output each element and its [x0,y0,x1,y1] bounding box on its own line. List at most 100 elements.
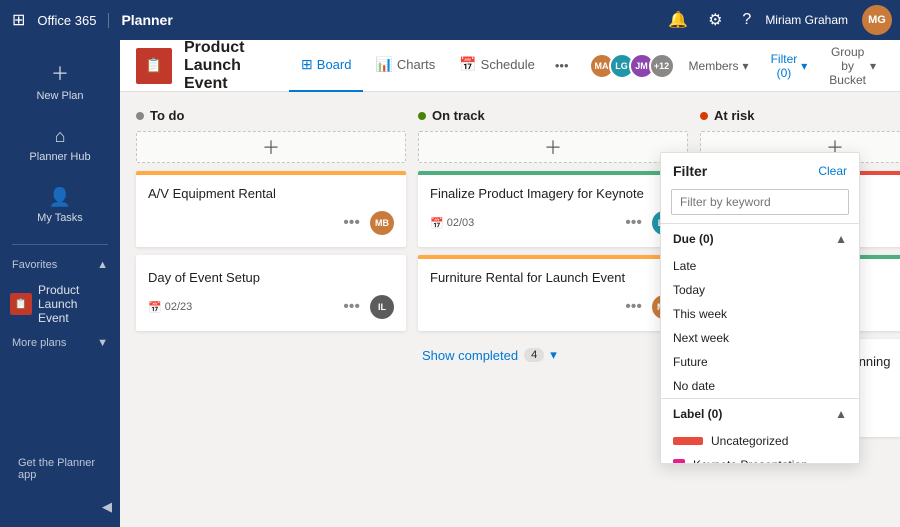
sidebar-more-plans-section[interactable]: More plans ▼ [0,331,120,355]
home-icon: ⌂ [55,126,66,147]
filter-section-due-title: Due (0) [673,232,714,246]
nav-item-charts[interactable]: 📊 Charts [363,40,447,92]
filter-option-nodate[interactable]: No date [661,374,859,398]
filter-header: Filter Clear [661,153,859,185]
sidebar-collapse-btn[interactable]: ◀ [0,495,120,519]
filter-option-uncategorized[interactable]: Uncategorized [661,429,859,453]
card-finalize-product[interactable]: Finalize Product Imagery for Keynote 📅 0… [418,171,688,247]
column-todo-header-left: To do [136,108,184,123]
column-ontrack-dot [418,112,426,120]
avatar-more[interactable]: +12 [649,53,675,79]
members-btn[interactable]: Members ▾ [681,55,757,77]
members-label: Members [689,59,739,73]
filter-option-thisweek[interactable]: This week [661,302,859,326]
sidebar-favorites-section[interactable]: Favorites ▲ [0,253,120,277]
sidebar-item-new-plan[interactable]: ＋ New Plan [4,50,116,112]
card-more-icon[interactable]: ••• [621,214,646,232]
filter-section-due: Due (0) ▲ Late Today This week Next week… [661,223,859,398]
card-color-bar [418,255,688,259]
show-completed-btn[interactable]: Show completed 4 ▾ [418,339,688,371]
show-completed-chevron: ▾ [550,347,557,363]
column-atrisk-dot [700,112,708,120]
filter-option-nextweek[interactable]: Next week [661,326,859,350]
plan-header-right: MA LG JM +12 Members ▾ Filter (0) ▾ Grou… [589,41,884,91]
sidebar-planner-hub-label: Planner Hub [29,151,90,163]
plus-icon: ＋ [51,60,69,86]
card-date-value: 02/03 [447,217,475,229]
card-color-bar [136,171,406,175]
filter-option-today[interactable]: Today [661,278,859,302]
filter-keynote-label: Keynote Presentation [693,458,808,463]
card-date: 📅 02/03 [430,217,474,230]
filter-section-label-header[interactable]: Label (0) ▲ [661,399,859,429]
help-icon[interactable]: ? [736,7,757,33]
filter-nodate-label: No date [673,379,715,393]
card-date: 📅 02/23 [148,301,192,314]
filter-nextweek-label: Next week [673,331,729,345]
filter-scrollable: Due (0) ▲ Late Today This week Next week… [661,223,859,463]
sidebar-more-plans-label: More plans [12,337,66,349]
filter-btn[interactable]: Filter (0) ▾ [763,48,816,84]
person-icon: 👤 [49,187,71,208]
filter-search [671,189,849,215]
card-title: A/V Equipment Rental [148,183,394,203]
nav-more-btn[interactable]: ••• [547,52,577,79]
card-avatar: MB [370,211,394,235]
user-avatar[interactable]: MG [862,5,892,35]
card-title: Furniture Rental for Launch Event [430,267,676,287]
card-furniture-rental[interactable]: Furniture Rental for Launch Event ••• MB [418,255,688,331]
nav-item-schedule[interactable]: 📅 Schedule [447,40,547,92]
column-atrisk-title: At risk [714,108,754,123]
nav-schedule-label: Schedule [481,57,535,72]
group-by-btn[interactable]: Group by Bucket ▾ [821,41,884,91]
filter-section-label-title: Label (0) [673,407,722,421]
filter-search-input[interactable] [671,189,849,215]
filter-chevron: ▾ [801,59,807,73]
waffle-icon[interactable]: ⊞ [8,6,29,34]
column-ontrack-title: On track [432,108,485,123]
schedule-icon: 📅 [459,56,476,73]
board-area: To do ＋ A/V Equipment Rental ••• MB [120,92,900,527]
filter-future-label: Future [673,355,708,369]
group-by-label: Group by Bucket [829,45,866,87]
card-meta: 📅 02/03 ••• LG [430,211,676,235]
filter-option-future[interactable]: Future [661,350,859,374]
sidebar-item-planner-hub[interactable]: ⌂ Planner Hub [4,116,116,173]
card-meta: ••• MB [430,295,676,319]
column-ontrack-header: On track [418,108,688,123]
column-todo-header: To do [136,108,406,123]
board-icon: ⊞ [301,56,313,73]
filter-clear-btn[interactable]: Clear [818,164,847,178]
plan-title: Product Launch Event [184,40,269,93]
calendar-icon: 📅 [148,301,162,314]
group-by-chevron: ▾ [870,59,876,73]
card-day-of-event[interactable]: Day of Event Setup 📅 02/23 ••• IL [136,255,406,331]
column-todo: To do ＋ A/V Equipment Rental ••• MB [136,108,406,511]
card-more-icon[interactable]: ••• [339,298,364,316]
main-layout: ＋ New Plan ⌂ Planner Hub 👤 My Tasks Favo… [0,40,900,527]
card-more-icon[interactable]: ••• [621,298,646,316]
nav-item-board[interactable]: ⊞ Board [289,40,363,92]
card-color-bar [418,171,688,175]
sidebar-get-planner[interactable]: Get the Planner app [8,451,112,487]
office-label: Office 365 [37,13,109,28]
filter-section-due-header[interactable]: Due (0) ▲ [661,224,859,254]
card-avatar: IL [370,295,394,319]
column-todo-dot [136,112,144,120]
filter-today-label: Today [673,283,705,297]
notification-icon[interactable]: 🔔 [662,6,694,34]
column-ontrack-add-btn[interactable]: ＋ [418,131,688,163]
plan-logo: 📋 [136,48,172,84]
filter-option-late[interactable]: Late [661,254,859,278]
column-todo-add-btn[interactable]: ＋ [136,131,406,163]
show-completed-label: Show completed [422,348,518,363]
sidebar-item-my-tasks[interactable]: 👤 My Tasks [4,177,116,234]
sidebar-favorites-chevron: ▲ [97,259,108,271]
card-more-icon[interactable]: ••• [339,214,364,232]
card-av-equipment[interactable]: A/V Equipment Rental ••• MB [136,171,406,247]
settings-icon[interactable]: ⚙ [702,6,728,34]
card-meta-left: 📅 02/23 [148,301,192,314]
card-meta-left: 📅 02/03 [430,217,474,230]
sidebar-item-product-launch[interactable]: 📋 Product Launch Event [0,277,120,331]
filter-option-keynote[interactable]: Keynote Presentation [661,453,859,463]
